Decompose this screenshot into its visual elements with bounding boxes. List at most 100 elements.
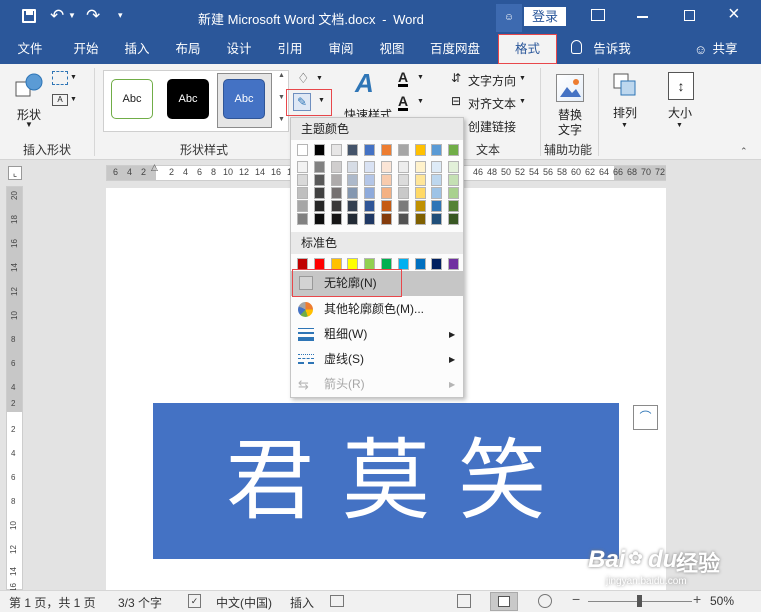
color-swatch[interactable] [381,213,392,225]
vertical-ruler[interactable]: 20 18 16 14 12 10 8 6 4 2 2 4 6 8 10 12 … [6,186,23,592]
color-swatch[interactable] [448,174,460,186]
tab-netdisk[interactable]: 百度网盘 [424,34,486,64]
style-outline-green[interactable]: Abc [111,79,153,119]
gallery-scroll-down-icon[interactable]: ▼ [278,94,285,101]
color-swatch[interactable] [313,213,325,225]
color-swatch[interactable] [414,144,426,156]
color-swatch[interactable] [313,174,325,186]
ruler-corner-tab-icon[interactable]: ⌞ [8,166,22,180]
color-swatch[interactable] [297,187,308,199]
color-swatch[interactable] [330,200,342,212]
color-swatch[interactable] [414,258,426,270]
share-user-icon[interactable]: ☺ [694,42,707,57]
arrange-dropdown-icon[interactable]: ▼ [621,122,628,129]
text-outline-dropdown-icon[interactable]: ▼ [417,98,424,105]
color-swatch[interactable] [364,144,376,156]
color-swatch[interactable] [313,144,325,156]
alt-text-label-2[interactable]: 文字 [558,121,582,138]
color-swatch[interactable] [414,187,426,199]
edit-shape-dropdown-icon[interactable]: ▼ [70,74,77,81]
account-icon[interactable]: ☺ [496,4,522,32]
shapes-dropdown-icon[interactable]: ▼ [25,120,33,129]
color-swatch[interactable] [448,161,460,173]
text-fill-dropdown-icon[interactable]: ▼ [417,74,424,81]
zoom-level[interactable]: 50% [710,594,734,608]
color-swatch[interactable] [431,187,443,199]
color-swatch[interactable] [347,200,359,212]
color-swatch[interactable] [431,161,443,173]
color-swatch[interactable] [381,187,392,199]
close-icon[interactable]: × [728,3,740,26]
color-swatch[interactable] [347,161,359,173]
color-swatch[interactable] [297,144,308,156]
text-box-dropdown-icon[interactable]: ▼ [70,96,77,103]
text-direction-button[interactable]: 文字方向 [468,72,516,89]
color-swatch[interactable] [364,200,376,212]
color-swatch[interactable] [414,174,426,186]
color-swatch[interactable] [347,187,359,199]
collapse-ribbon-icon[interactable]: ⌃ [740,146,748,157]
proofing-icon[interactable]: ✓ [188,594,201,608]
color-swatch[interactable] [381,144,392,156]
color-swatch[interactable] [313,187,325,199]
color-swatch[interactable] [414,213,426,225]
color-swatch[interactable] [397,161,409,173]
tab-review[interactable]: 审阅 [319,34,363,64]
color-swatch[interactable] [448,187,460,199]
tab-layout[interactable]: 布局 [166,34,210,64]
color-swatch[interactable] [397,213,409,225]
zoom-slider-thumb[interactable] [637,595,642,607]
color-swatch[interactable] [297,161,308,173]
print-layout-icon[interactable] [490,592,518,611]
maximize-icon[interactable] [684,10,695,21]
color-swatch[interactable] [297,213,308,225]
insert-mode[interactable]: 插入 [290,594,314,611]
arrange-icon[interactable] [612,72,638,98]
color-swatch[interactable] [330,161,342,173]
color-swatch[interactable] [330,213,342,225]
color-swatch[interactable] [330,174,342,186]
color-swatch[interactable] [448,258,460,270]
color-swatch[interactable] [397,200,409,212]
text-outline-icon[interactable]: A [398,94,409,111]
redo-icon[interactable]: ↷ [86,6,100,26]
dashes-item[interactable]: 虚线(S) ▶ [291,347,463,372]
arrange-button[interactable]: 排列 [613,104,637,121]
gallery-more-icon[interactable]: ▼ [278,116,285,123]
color-swatch[interactable] [431,144,443,156]
color-swatch[interactable] [364,187,376,199]
style-blue-fill[interactable]: Abc [223,79,265,119]
color-swatch[interactable] [381,161,392,173]
macro-recording-icon[interactable] [330,595,344,607]
undo-dropdown-icon[interactable]: ▼ [68,11,76,20]
color-swatch[interactable] [431,258,443,270]
more-outline-colors-item[interactable]: 其他轮廓颜色(M)... [291,297,463,322]
align-text-button[interactable]: 对齐文本 [468,95,516,112]
color-swatch[interactable] [397,144,409,156]
color-swatch[interactable] [347,174,359,186]
tell-me-search[interactable]: 告诉我 [592,34,632,64]
size-dropdown-icon[interactable]: ▼ [676,122,683,129]
size-icon[interactable]: ↕ [668,72,694,100]
color-swatch[interactable] [347,213,359,225]
indent-marker-icon[interactable]: △ [151,162,158,173]
tab-view[interactable]: 视图 [372,34,412,64]
text-fill-icon[interactable]: A [398,70,409,87]
color-swatch[interactable] [313,161,325,173]
weight-item[interactable]: 粗细(W) ▶ [291,322,463,347]
gallery-scroll-up-icon[interactable]: ▲ [278,72,285,79]
color-swatch[interactable] [364,213,376,225]
word-count[interactable]: 3/3 个字 [118,594,162,611]
color-swatch[interactable] [364,161,376,173]
color-swatch[interactable] [431,200,443,212]
color-swatch[interactable] [397,174,409,186]
quick-styles-icon[interactable]: A [355,68,374,99]
tab-insert[interactable]: 插入 [116,34,158,64]
zoom-out-icon[interactable]: − [572,591,580,607]
text-box-icon[interactable]: A [52,94,68,106]
color-swatch[interactable] [414,200,426,212]
color-swatch[interactable] [313,200,325,212]
shape-fill-dropdown-icon[interactable]: ▼ [316,75,323,82]
shape-outline-button[interactable]: ✎ ▼ [286,89,332,116]
ribbon-display-options-icon[interactable] [591,9,605,21]
